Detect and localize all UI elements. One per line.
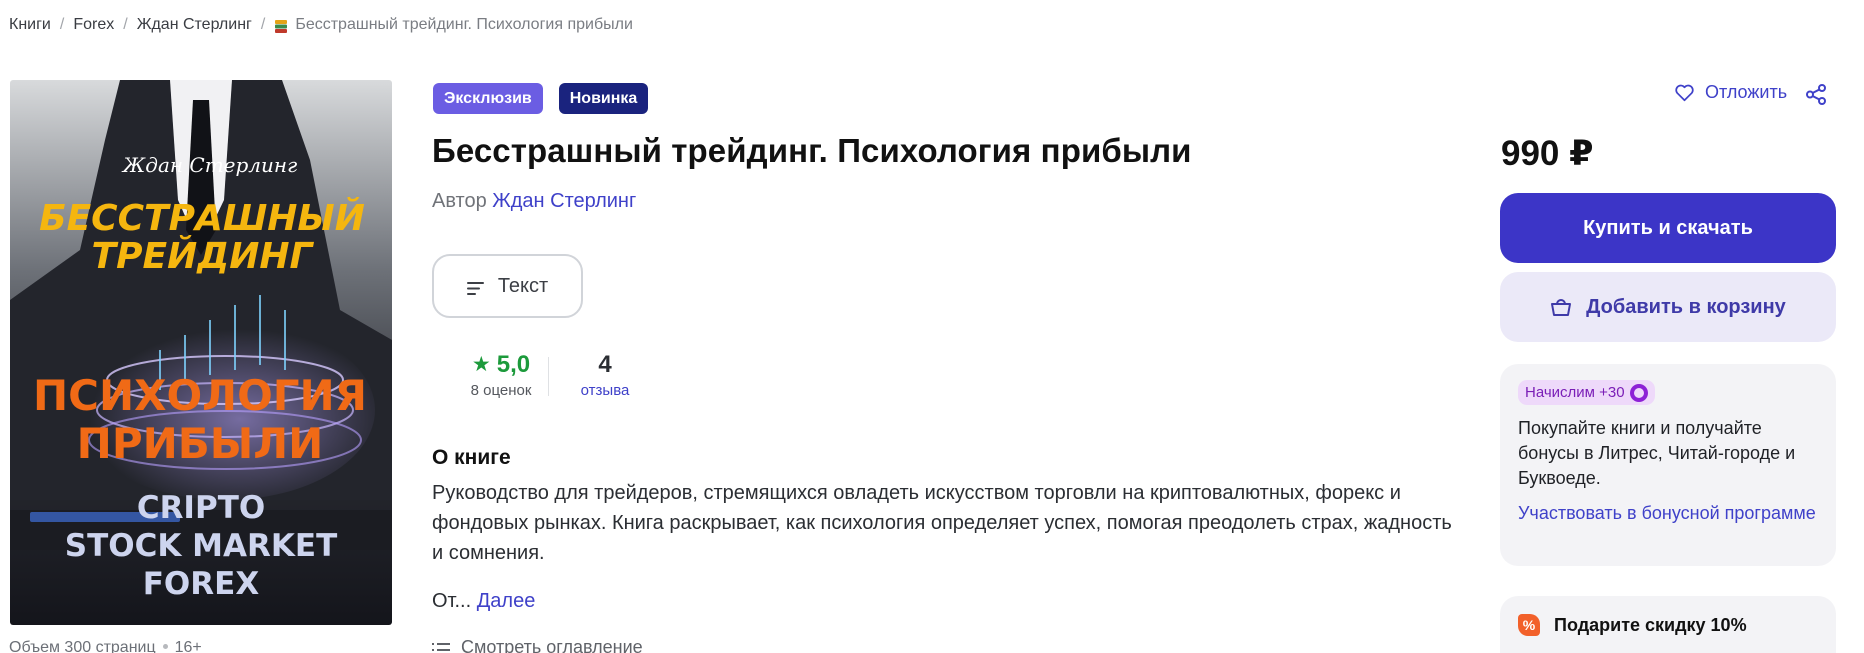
bonus-amount: Начислим +30 <box>1525 384 1625 401</box>
share-icon[interactable] <box>1806 84 1827 105</box>
breadcrumb-item-forex[interactable]: Forex <box>73 16 114 34</box>
age-rating: 16+ <box>174 639 202 653</box>
bonus-description: Покупайте книги и получайте бонусы в Лит… <box>1518 418 1796 488</box>
book-cover[interactable]: Ждан Стерлинг БЕССТРАШНЫЙ ТРЕЙДИНГ ПСИХО… <box>10 80 392 625</box>
book-title: Бесстрашный трейдинг. Психология прибыли <box>432 132 1192 169</box>
book-stack-icon <box>274 19 288 34</box>
breadcrumb-item-books[interactable]: Книги <box>9 16 51 34</box>
about-heading: О книге <box>432 446 511 469</box>
bonus-badge: Начислим +30 <box>1518 380 1655 405</box>
breadcrumb-item-author[interactable]: Ждан Стерлинг <box>137 16 252 34</box>
rating-block[interactable]: ★ 5,0 8 оценок <box>456 351 546 399</box>
rating-score: 5,0 <box>496 351 531 378</box>
breadcrumb-current: Бесстрашный трейдинг. Психология прибыли <box>295 16 633 33</box>
cover-author: Ждан Стерлинг <box>121 153 297 177</box>
cover-footer-line2: STOCK MARKET <box>65 528 337 564</box>
toc-label: Смотреть оглавление <box>461 637 643 653</box>
buy-and-download-button[interactable]: Купить и скачать <box>1500 193 1836 263</box>
breadcrumb: Книги / Forex / Ждан Стерлинг / Бесстраш… <box>9 16 633 34</box>
add-to-cart-label: Добавить в корзину <box>1586 295 1786 318</box>
save-label: Отложить <box>1705 82 1788 102</box>
rating-divider <box>548 357 549 396</box>
more-prefix: От... <box>432 590 472 612</box>
about-description: Руководство для трейдеров, стремящихся о… <box>432 482 1452 564</box>
page-count: Объем 300 страниц <box>9 639 156 653</box>
author-link[interactable]: Ждан Стерлинг <box>492 190 636 212</box>
cover-illustration: Ждан Стерлинг БЕССТРАШНЫЙ ТРЕЙДИНГ ПСИХО… <box>10 80 392 625</box>
cover-subtitle-line1: ПСИХОЛОГИЯ <box>33 371 367 420</box>
list-icon <box>432 641 450 653</box>
save-for-later-button[interactable]: Отложить <box>1674 82 1787 103</box>
gift-discount-card[interactable]: % Подарите скидку 10% <box>1500 596 1836 653</box>
heart-icon <box>1675 84 1694 102</box>
cover-subtitle-line2: ПРИБЫЛИ <box>77 419 324 468</box>
read-more-row: От... Далее <box>432 590 535 613</box>
author-line: Автор Ждан Стерлинг <box>432 190 636 213</box>
exclusive-badge: Эксклюзив <box>433 83 543 114</box>
reviews-block[interactable]: 4 отзыва <box>570 351 640 399</box>
add-to-cart-button[interactable]: Добавить в корзину <box>1500 272 1836 342</box>
rating-score-row: ★ 5,0 <box>456 351 546 379</box>
price: 990 ₽ <box>1501 134 1594 173</box>
new-badge: Новинка <box>558 83 649 114</box>
format-text-button[interactable]: Текст <box>432 254 583 318</box>
breadcrumb-separator: / <box>123 16 128 33</box>
cover-footer-line3: FOREX <box>143 566 260 602</box>
cover-footer-line1: CRIPTO <box>137 490 265 526</box>
breadcrumb-separator: / <box>59 16 65 33</box>
format-label: Текст <box>497 274 549 297</box>
author-prefix: Автор <box>432 190 487 212</box>
read-more-link[interactable]: Далее <box>477 590 536 612</box>
basket-icon <box>1551 299 1572 316</box>
reviews-count: 4 <box>598 351 612 378</box>
text-format-icon <box>466 279 484 295</box>
cover-title-line2: ТРЕЙДИНГ <box>92 235 315 277</box>
table-of-contents-button[interactable]: Смотреть оглавление <box>432 637 643 653</box>
discount-row: % Подарите скидку 10% <box>1518 614 1818 636</box>
cover-title-line1: БЕССТРАШНЫЙ <box>39 197 365 239</box>
star-icon: ★ <box>471 353 491 376</box>
book-meta: Объем 300 страниц 16+ <box>9 639 202 653</box>
bonus-card: Начислим +30 Покупайте книги и получайте… <box>1500 364 1836 566</box>
meta-separator-dot <box>162 644 168 649</box>
percent-icon: % <box>1518 614 1540 636</box>
discount-title: Подарите скидку 10% <box>1554 614 1747 635</box>
rating-count: 8 оценок <box>470 382 532 399</box>
breadcrumb-separator: / <box>260 16 266 33</box>
reviews-link[interactable]: отзыва <box>570 382 640 399</box>
bonus-coin-icon <box>1629 383 1648 402</box>
bonus-program-link[interactable]: Участвовать в бонусной программе <box>1518 501 1818 526</box>
badges: Эксклюзив Новинка <box>433 83 649 114</box>
